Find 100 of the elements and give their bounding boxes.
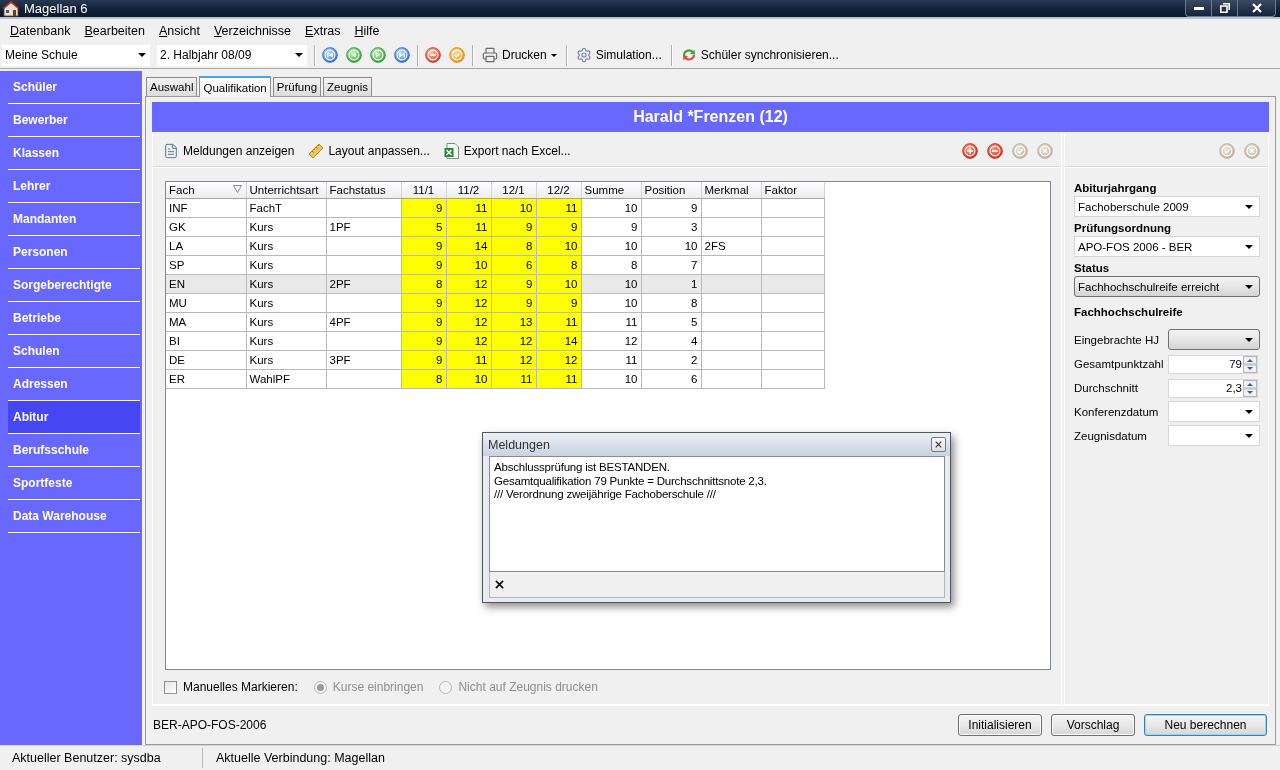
nav-item[interactable]: Data Warehouse <box>8 500 140 533</box>
tab[interactable]: Prüfung <box>272 77 322 96</box>
arrow-left-icon[interactable] <box>346 47 362 63</box>
select-field[interactable]: Fachhochschulreife erreicht <box>1074 276 1260 297</box>
checkbox[interactable] <box>164 680 177 694</box>
table-cell <box>701 217 761 236</box>
minus-circle-icon[interactable] <box>425 47 441 63</box>
table-cell <box>701 198 761 217</box>
menu-item[interactable]: Extras <box>298 21 348 40</box>
push-button[interactable]: Initialisieren <box>958 714 1042 736</box>
select-field[interactable]: APO-FOS 2006 - BER <box>1074 236 1260 257</box>
menu-item[interactable]: Hilfe <box>347 21 387 40</box>
nav-item[interactable]: Lehrer <box>8 170 140 203</box>
tab[interactable]: Auswahl <box>146 77 198 96</box>
column-header[interactable]: 11/2 <box>446 182 491 198</box>
menu-item[interactable]: Ansicht <box>151 21 207 40</box>
nav-item[interactable]: Abitur <box>8 401 140 434</box>
column-header[interactable]: Faktor <box>761 182 824 198</box>
table-cell: 2 <box>641 350 701 369</box>
table-cell: 10 <box>581 274 641 293</box>
select-field[interactable]: Meine Schule <box>2 44 150 66</box>
table-cell <box>701 293 761 312</box>
table-cell: SP <box>166 255 246 274</box>
nav-item[interactable]: Betriebe <box>8 302 140 335</box>
table-cell <box>701 331 761 350</box>
column-header[interactable]: Position <box>641 182 701 198</box>
select-field[interactable]: 2. Halbjahr 08/09 <box>157 44 307 66</box>
toolbar-button[interactable]: Meldungen anzeigen <box>161 139 297 162</box>
nav-item[interactable]: Klassen <box>8 137 140 170</box>
printer-icon <box>482 47 498 63</box>
table-cell <box>761 255 824 274</box>
checkbox-label: Manuelles Markieren: <box>183 680 298 694</box>
plus-circle-icon[interactable] <box>962 142 978 159</box>
nav-item[interactable]: Schüler <box>8 71 140 104</box>
select-field[interactable]: Fachoberschule 2009 <box>1074 196 1260 217</box>
dialog-title: Meldungen <box>488 437 550 452</box>
caret-icon <box>1245 204 1253 209</box>
skip-end-icon[interactable] <box>394 47 410 63</box>
close-button[interactable] <box>1238 0 1276 17</box>
status-text: Aktuelle Verbindung: Magellan <box>216 751 385 765</box>
menu-item[interactable]: Verzeichnisse <box>206 21 299 40</box>
field-label: Konferenzdatum <box>1074 406 1159 418</box>
nav-item[interactable]: Sorgeberechtigte <box>8 269 140 302</box>
skip-start-icon[interactable] <box>322 47 338 63</box>
spin-arrows-icon[interactable] <box>1243 355 1257 373</box>
minus-circle-icon[interactable] <box>987 142 1003 159</box>
column-header[interactable]: 12/2 <box>536 182 581 198</box>
menu-item[interactable]: Datenbank <box>3 21 78 40</box>
select-field[interactable] <box>1168 329 1260 350</box>
table-cell: 10 <box>581 369 641 388</box>
spin-arrows-icon[interactable] <box>1243 379 1257 397</box>
table-cell: 10 <box>581 236 641 255</box>
table-cell: EN <box>166 274 246 293</box>
table-cell <box>761 331 824 350</box>
close-icon[interactable] <box>495 580 504 589</box>
push-button[interactable]: Vorschlag <box>1051 714 1135 736</box>
radio-label: Nicht auf Zeugnis drucken <box>458 680 598 694</box>
nav-item[interactable]: Berufsschule <box>8 434 140 467</box>
caret-icon <box>295 53 303 57</box>
column-header[interactable]: Fachstatus <box>326 182 401 198</box>
table-cell: FachT <box>246 198 326 217</box>
tab[interactable]: Zeugnis <box>323 77 372 96</box>
table-cell <box>761 217 824 236</box>
toolbar-button[interactable]: Layout anpassen... <box>306 139 432 162</box>
nav-item[interactable]: Bewerber <box>8 104 140 137</box>
toolbar-button[interactable]: Simulation... <box>573 44 664 66</box>
push-button[interactable]: Neu berechnen <box>1144 714 1267 736</box>
column-header[interactable]: Fach <box>166 182 246 198</box>
table-cell: MU <box>166 293 246 312</box>
toolbar-button[interactable]: Schüler synchronisieren... <box>678 44 841 66</box>
column-header[interactable]: Unterrichtsart <box>246 182 326 198</box>
column-header[interactable]: Merkmal <box>701 182 761 198</box>
column-header[interactable]: Summe <box>581 182 641 198</box>
nav-item[interactable]: Schulen <box>8 335 140 368</box>
column-header[interactable]: 12/1 <box>491 182 536 198</box>
nav-item[interactable]: Sportfeste <box>8 467 140 500</box>
table-cell: Kurs <box>246 217 326 236</box>
caret-icon <box>1245 409 1253 414</box>
table-cell <box>761 369 824 388</box>
arrow-right-icon[interactable] <box>370 47 386 63</box>
window-title: Magellan 6 <box>24 0 89 17</box>
number-field[interactable]: 2,3 <box>1168 378 1258 398</box>
number-field[interactable]: 79 <box>1168 354 1258 374</box>
close-button[interactable] <box>931 437 946 452</box>
table-cell: INF <box>166 198 246 217</box>
menu-item[interactable]: Bearbeiten <box>77 21 152 40</box>
caret-icon <box>1245 337 1253 342</box>
toolbar-button[interactable]: Drucken <box>480 44 559 66</box>
caret-icon <box>550 53 557 57</box>
toolbar-button[interactable]: Export nach Excel... <box>441 139 573 162</box>
tab[interactable]: Qualifikation <box>199 76 271 97</box>
minimize-button[interactable] <box>1185 0 1212 17</box>
nav-item[interactable]: Personen <box>8 236 140 269</box>
check-circle-icon[interactable] <box>449 47 465 63</box>
close-icon <box>1251 3 1262 13</box>
table-cell: 9 <box>641 198 701 217</box>
restore-button[interactable] <box>1212 0 1238 17</box>
column-header[interactable]: 11/1 <box>401 182 446 198</box>
footer-text: BER-APO-FOS-2006 <box>153 718 267 732</box>
nav-item[interactable]: Mandanten <box>8 203 140 236</box>
